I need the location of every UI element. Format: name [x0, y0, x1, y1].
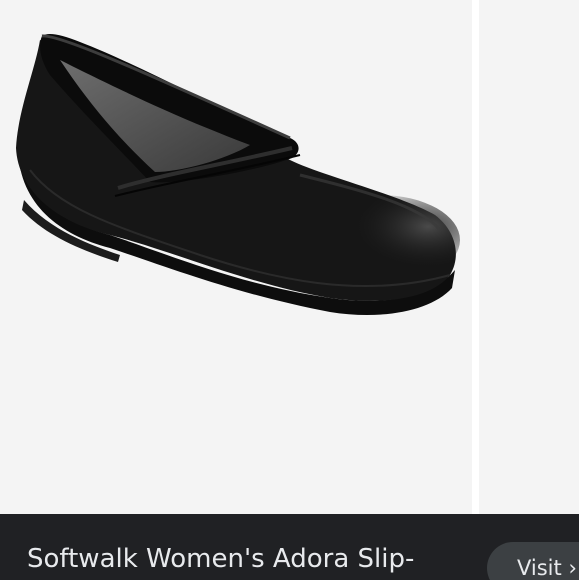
carousel-divider: [472, 0, 479, 514]
product-image[interactable]: [0, 0, 472, 514]
product-title[interactable]: Softwalk Women's Adora Slip-: [27, 544, 414, 574]
product-viewer: Softwalk Women's Adora Slip- Visit ›: [0, 0, 579, 580]
product-info-bar: Softwalk Women's Adora Slip- Visit ›: [0, 514, 579, 580]
visit-label: Visit: [517, 556, 562, 580]
chevron-right-icon: ›: [568, 556, 577, 580]
visit-button[interactable]: Visit ›: [487, 542, 579, 580]
shoe-illustration: [16, 34, 460, 315]
next-product-image[interactable]: [479, 0, 579, 514]
